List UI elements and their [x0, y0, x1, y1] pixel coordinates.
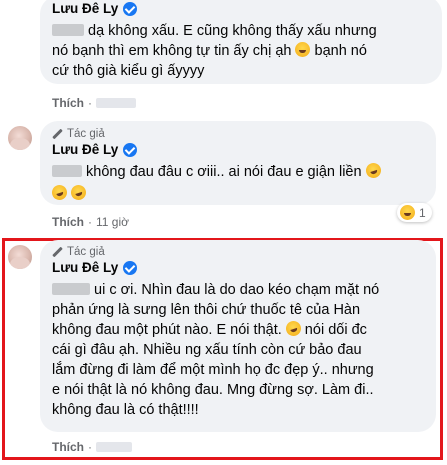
reaction-summary[interactable]: 1 [397, 203, 432, 222]
comment-text: không đau đâu c ơiii.. ai nói đau e giận… [50, 161, 436, 204]
rofl-emoji-icon [363, 161, 383, 180]
avatar[interactable] [8, 126, 32, 150]
verified-badge-icon [123, 1, 138, 16]
comment-bubble: Tác giả Lưu Đê Ly không đau đâu c ơiii..… [40, 121, 436, 205]
rofl-emoji-icon [69, 183, 88, 202]
author-badge: Tác giả [52, 246, 105, 258]
like-link[interactable]: Thích [52, 96, 84, 110]
redacted-time [96, 98, 136, 108]
pen-icon [52, 247, 63, 258]
comment-actions: Thích · 11 giờ [52, 215, 129, 229]
rofl-emoji-icon [50, 183, 69, 202]
pen-icon [52, 129, 63, 140]
like-link[interactable]: Thích [52, 440, 84, 454]
like-link[interactable]: Thích [52, 215, 84, 229]
author-row: Lưu Đê Ly [52, 1, 138, 16]
comment-bubble: Tác giả Lưu Đê Ly ui c ơi. Nhìn đau là d… [40, 240, 436, 432]
redacted-time [96, 442, 132, 452]
avatar[interactable] [8, 245, 32, 269]
author-row: Lưu Đê Ly [52, 142, 138, 157]
verified-badge-icon [123, 260, 138, 275]
redacted-name [52, 24, 84, 36]
comment-actions: Thích · [52, 440, 132, 454]
author-badge: Tác giả [52, 128, 105, 140]
redacted-name [52, 165, 82, 177]
grin-sweat-emoji-icon [295, 42, 311, 57]
comment-text: dạ không xấu. E cũng không thấy xấu nhưn… [52, 23, 377, 79]
author-name[interactable]: Lưu Đê Ly [52, 260, 118, 275]
author-name[interactable]: Lưu Đê Ly [52, 1, 118, 16]
comment-bubble: Lưu Đê Ly dạ không xấu. E cũng không thấ… [40, 0, 442, 84]
haha-reaction-icon [400, 205, 415, 220]
comment-text: ui c ơi. Nhìn đau là do dao kéo chạm mặt… [52, 282, 380, 418]
verified-badge-icon [123, 142, 138, 157]
comment-time[interactable]: 11 giờ [96, 215, 129, 229]
author-name[interactable]: Lưu Đê Ly [52, 142, 118, 157]
redacted-name [52, 283, 90, 295]
comment-actions: Thích · [52, 96, 136, 110]
author-row: Lưu Đê Ly [52, 260, 138, 275]
